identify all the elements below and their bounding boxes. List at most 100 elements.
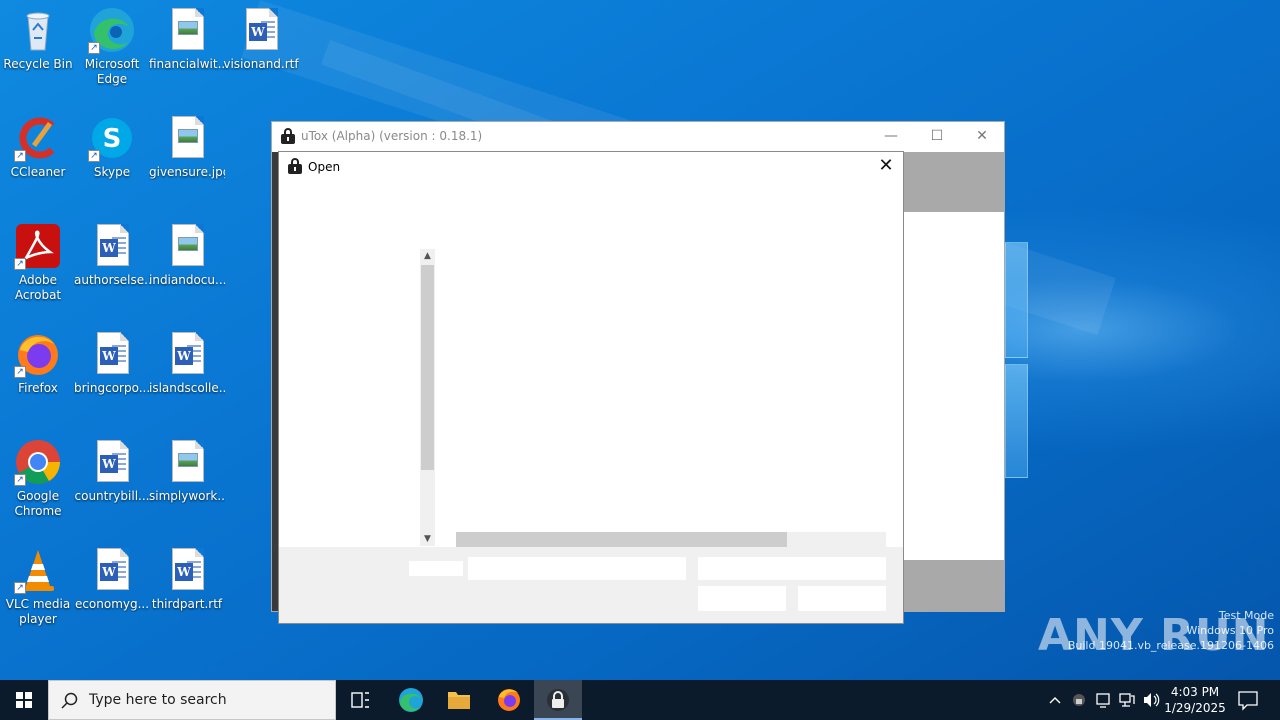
filename-input[interactable] — [468, 557, 686, 580]
shortcut-arrow-icon: ↗ — [14, 150, 26, 162]
open-button[interactable] — [698, 586, 786, 611]
utox-header-panel — [904, 152, 1004, 212]
word-document-icon: W — [88, 546, 136, 594]
desktop-icon-vlc[interactable]: ↗ VLC media player — [0, 546, 76, 627]
desktop-icon-financialwit[interactable]: financialwit... — [149, 6, 225, 72]
taskbar-search-box[interactable]: Type here to search — [48, 680, 336, 720]
wallpaper-logo-pane — [1005, 364, 1028, 478]
desktop-icon-label: financialwit... — [149, 57, 225, 71]
desktop-icon-label: CCleaner — [10, 165, 66, 179]
file-type-select[interactable] — [698, 557, 886, 580]
tray-utox-icon[interactable] — [1070, 680, 1088, 720]
desktop-icon-indiandocu[interactable]: indiandocu... — [149, 222, 225, 288]
dialog-lock-icon — [288, 158, 302, 174]
edge-icon: ↗ — [88, 6, 136, 54]
word-document-icon: W — [88, 222, 136, 270]
desktop-icon-givensure[interactable]: givensure.jpg — [149, 114, 225, 180]
task-view-button[interactable] — [336, 680, 384, 720]
close-button[interactable]: ✕ — [959, 122, 1005, 152]
desktop-icon-label: Adobe Acrobat — [14, 273, 62, 302]
firefox-icon — [498, 689, 520, 711]
utox-titlebar[interactable]: uTox (Alpha) (version : 0.18.1) — ☐ ✕ — [272, 122, 1004, 152]
desktop-icon-thirdpart[interactable]: W thirdpart.rtf — [149, 546, 225, 612]
shortcut-arrow-icon: ↗ — [14, 258, 26, 270]
vertical-scrollbar[interactable]: ▲ ▼ — [420, 249, 435, 546]
tray-volume-icon[interactable] — [1142, 680, 1160, 720]
taskbar-firefox-button[interactable] — [485, 680, 533, 720]
windows-logo-icon — [16, 692, 32, 708]
search-placeholder: Type here to search — [89, 692, 227, 708]
watermark-line: Build 19041.vb_release.191206-1406 — [1067, 639, 1274, 652]
desktop-icon-acrobat[interactable]: ↗ Adobe Acrobat — [0, 222, 76, 303]
start-button[interactable] — [0, 680, 48, 720]
open-file-dialog[interactable]: Open ✕ ▲ ▼ — [278, 151, 904, 624]
desktop-icon-label: VLC media player — [5, 597, 71, 626]
utox-lock-icon — [281, 128, 295, 144]
display-icon — [1096, 693, 1110, 708]
desktop-icon-authorselse[interactable]: W authorselse... — [74, 222, 150, 288]
desktop-icon-label: indiandocu... — [149, 273, 225, 287]
desktop-icon-skype[interactable]: S ↗ Skype — [74, 114, 150, 180]
desktop-icon-countrybill[interactable]: W countrybill... — [74, 438, 150, 504]
desktop-icon-simplywork[interactable]: simplywork... — [149, 438, 225, 504]
maximize-button[interactable]: ☐ — [914, 122, 960, 152]
action-center-button[interactable] — [1234, 680, 1262, 720]
shortcut-arrow-icon: ↗ — [88, 150, 100, 162]
dialog-bottom-panel — [279, 547, 903, 623]
desktop-icon-recycle-bin[interactable]: Recycle Bin — [0, 6, 76, 72]
taskbar-file-explorer-button[interactable] — [435, 680, 483, 720]
horizontal-scrollbar[interactable] — [456, 532, 886, 547]
show-hidden-icons-button[interactable] — [1046, 680, 1064, 720]
dialog-close-button[interactable]: ✕ — [875, 155, 897, 177]
chevron-up-icon — [1049, 697, 1061, 704]
shortcut-arrow-icon: ↗ — [14, 366, 26, 378]
image-file-icon — [163, 114, 211, 162]
desktop-icon-ccleaner[interactable]: ↗ CCleaner — [0, 114, 76, 180]
windows-test-mode-watermark: Test Mode Windows 10 Pro Build 19041.vb_… — [1068, 608, 1274, 653]
notification-icon — [1238, 691, 1258, 711]
vertical-scroll-thumb[interactable] — [421, 265, 434, 470]
edge-icon — [399, 688, 423, 712]
vlc-icon: ↗ — [14, 546, 62, 594]
skype-icon: S ↗ — [88, 114, 136, 162]
folder-icon — [448, 692, 470, 709]
utox-tray-icon — [1073, 694, 1085, 706]
desktop-icon-label: thirdpart.rtf — [151, 597, 223, 611]
desktop-icon-islandscolle[interactable]: W islandscolle... — [149, 330, 225, 396]
word-document-icon: W — [163, 546, 211, 594]
filename-label-area — [409, 561, 463, 576]
word-document-icon: W — [163, 330, 211, 378]
recycle-bin-icon — [14, 6, 62, 54]
taskbar: Type here to search 4:03 PM 1/29/2025 — [0, 680, 1280, 720]
minimize-button[interactable]: — — [868, 122, 914, 152]
desktop-icon-label: Skype — [93, 165, 131, 179]
network-icon — [1119, 693, 1135, 707]
watermark-line: Test Mode — [1218, 609, 1274, 622]
desktop-icon-edge[interactable]: ↗ Microsoft Edge — [74, 6, 150, 87]
desktop-icon-chrome[interactable]: ↗ Google Chrome — [0, 438, 76, 519]
tray-network-icon[interactable] — [1118, 680, 1136, 720]
desktop-icon-firefox[interactable]: ↗ Firefox — [0, 330, 76, 396]
task-view-icon — [351, 692, 369, 708]
desktop-icon-bringcorpo[interactable]: W bringcorpo... — [74, 330, 150, 396]
dialog-title: Open — [308, 160, 341, 174]
taskbar-clock[interactable]: 4:03 PM 1/29/2025 — [1164, 684, 1226, 716]
wallpaper-logo-pane — [1005, 242, 1028, 358]
taskbar-edge-button[interactable] — [387, 680, 435, 720]
taskbar-utox-button[interactable] — [534, 680, 582, 720]
image-file-icon — [163, 222, 211, 270]
desktop-icon-label: economyg... — [74, 597, 150, 611]
desktop-icon-economyg[interactable]: W economyg... — [74, 546, 150, 612]
desktop-icon-label: visionand.rtf — [223, 57, 299, 71]
tray-network-adapter-icon[interactable] — [1094, 680, 1112, 720]
desktop-icon-label: Firefox — [18, 381, 58, 395]
horizontal-scroll-thumb[interactable] — [456, 532, 787, 547]
desktop-icon-visionand[interactable]: W visionand.rtf — [223, 6, 299, 72]
scroll-up-arrow-icon[interactable]: ▲ — [420, 249, 435, 263]
cancel-button[interactable] — [798, 586, 886, 611]
desktop-icon-label: bringcorpo... — [74, 381, 150, 395]
desktop-icon-label: simplywork... — [149, 489, 225, 503]
shortcut-arrow-icon: ↗ — [14, 474, 26, 486]
scroll-down-arrow-icon[interactable]: ▼ — [420, 532, 435, 546]
image-file-icon — [163, 438, 211, 486]
